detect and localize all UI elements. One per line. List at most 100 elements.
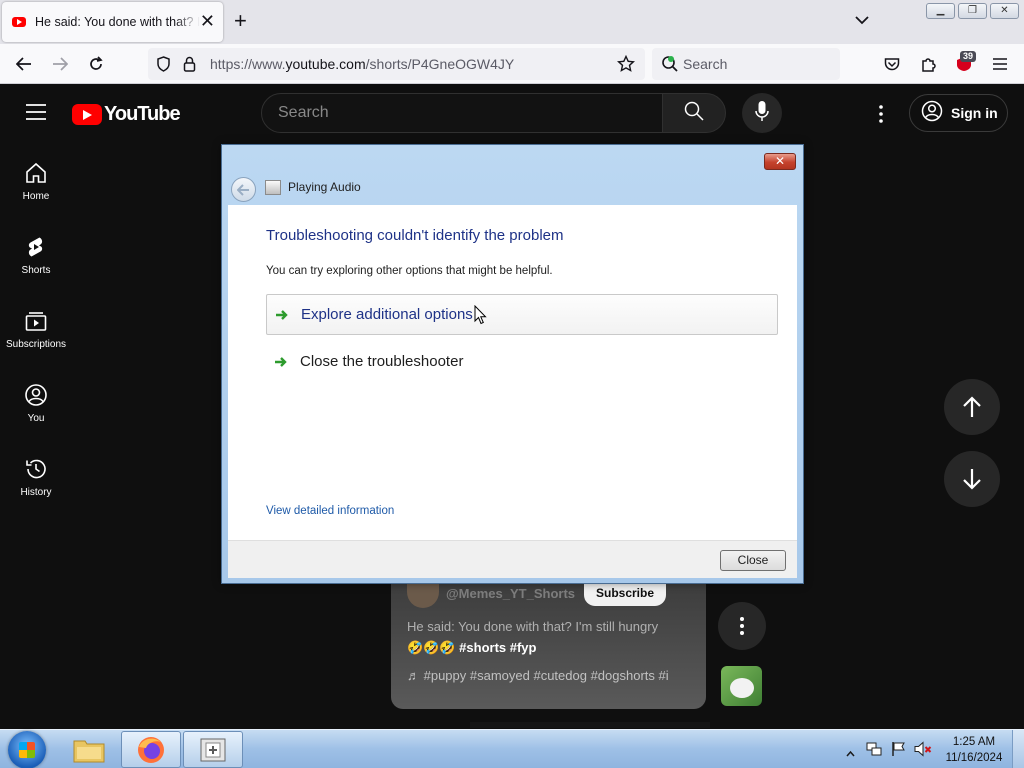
- show-desktop-button[interactable]: [1012, 730, 1024, 768]
- volume-muted-icon[interactable]: [914, 741, 932, 762]
- guide-menu-icon[interactable]: [26, 104, 46, 125]
- youtube-play-logo-icon: [72, 104, 102, 125]
- youtube-favicon-icon: [12, 17, 26, 27]
- green-arrow-icon: [274, 356, 294, 368]
- short-title: He said: You done with that? I'm still h…: [407, 619, 659, 634]
- search-icon: [684, 101, 704, 126]
- vertical-dots-icon: [740, 617, 744, 635]
- sidebar-item-home[interactable]: Home: [0, 161, 72, 202]
- sidebar-item-you[interactable]: You: [0, 383, 72, 424]
- tab-list-chevron-down-icon[interactable]: [855, 12, 869, 30]
- sidebar-item-history[interactable]: History: [0, 457, 72, 498]
- network-icon[interactable]: [866, 741, 882, 762]
- arrow-down-icon: [963, 469, 981, 490]
- voice-search-button[interactable]: [742, 93, 782, 133]
- arrow-up-icon: [963, 396, 981, 417]
- sign-in-button[interactable]: Sign in: [909, 94, 1008, 132]
- url-path: /shorts/P4GneOGW4JY: [365, 56, 515, 72]
- windows-taskbar: 1:25 AM 11/16/2024: [0, 729, 1024, 768]
- sidebar-item-label: Home: [22, 191, 50, 202]
- troubleshooter-app-icon: [265, 180, 281, 195]
- youtube-logo[interactable]: YouTube: [72, 103, 181, 126]
- short-music-line[interactable]: ♬ #puppy #samoyed #cutedog #dogshorts #i: [407, 668, 669, 683]
- troubleshooter-dialog: ✕ Playing Audio Troubleshooting couldn't…: [221, 144, 804, 584]
- tracking-protection-shield-icon[interactable]: [156, 56, 171, 77]
- folder-icon: [73, 740, 105, 762]
- browser-tab-strip: He said: You done with that? I'm still h…: [0, 0, 1024, 44]
- green-arrow-icon: [275, 309, 295, 321]
- action-center-flag-icon[interactable]: [891, 741, 906, 762]
- tab-close-icon[interactable]: ✕: [200, 12, 215, 30]
- back-arrow-icon[interactable]: [13, 53, 35, 75]
- home-icon: [26, 162, 46, 183]
- browser-search-placeholder: Search: [683, 56, 728, 72]
- sidebar-item-label: Subscriptions: [5, 339, 67, 350]
- minimize-window-button[interactable]: ▁: [926, 3, 955, 19]
- close-window-button[interactable]: ✕: [990, 3, 1019, 19]
- browser-navigation-bar: https://www.youtube.com/shorts/P4GneOGW4…: [0, 44, 1024, 84]
- browser-tab-active[interactable]: He said: You done with that? I'm still h…: [2, 2, 223, 42]
- firefox-icon: [138, 736, 164, 763]
- sidebar-item-label: You: [27, 413, 45, 424]
- show-hidden-icons-icon[interactable]: [846, 744, 855, 762]
- taskbar-clock[interactable]: 1:25 AM 11/16/2024: [940, 734, 1008, 766]
- lock-icon[interactable]: [183, 56, 196, 77]
- youtube-search-input[interactable]: Search: [261, 93, 663, 133]
- troubleshooter-window-icon: [200, 738, 226, 761]
- view-detailed-information-link[interactable]: View detailed information: [266, 505, 394, 517]
- short-progress-area: [470, 722, 710, 728]
- microphone-icon: [755, 100, 769, 126]
- clock-time: 1:25 AM: [952, 736, 996, 748]
- next-short-button[interactable]: [944, 451, 1000, 507]
- tab-title: He said: You done with that? I'm still h…: [35, 15, 200, 29]
- history-icon: [26, 459, 46, 479]
- taskbar-firefox-button[interactable]: [121, 731, 181, 768]
- sidebar-item-label: History: [20, 487, 52, 498]
- account-circle-icon: [921, 100, 943, 127]
- previous-short-button[interactable]: [944, 379, 1000, 435]
- browser-search-bar[interactable]: Search: [652, 48, 840, 80]
- dialog-close-x-button[interactable]: ✕: [764, 153, 796, 170]
- channel-avatar[interactable]: [407, 584, 439, 608]
- youtube-logo-text: YouTube: [104, 103, 181, 125]
- new-tab-button[interactable]: +: [234, 10, 247, 32]
- address-bar[interactable]: https://www.youtube.com/shorts/P4GneOGW4…: [148, 48, 645, 80]
- forward-arrow-icon[interactable]: [49, 53, 71, 75]
- start-button[interactable]: [8, 731, 46, 768]
- option-label: Explore additional options: [301, 306, 473, 323]
- short-video-player[interactable]: @Memes_YT_Shorts Subscribe He said: You …: [391, 584, 706, 709]
- url-domain: youtube.com: [285, 56, 366, 72]
- short-channel-name[interactable]: @Memes_YT_Shorts: [446, 586, 575, 601]
- short-hashtags[interactable]: 🤣🤣🤣 #shorts #fyp: [407, 640, 536, 656]
- more-options-vertical-dots-icon[interactable]: [869, 102, 893, 126]
- hamburger-menu-icon[interactable]: [989, 53, 1011, 75]
- youtube-search-placeholder: Search: [278, 104, 329, 121]
- dialog-back-button[interactable]: [231, 177, 256, 202]
- short-more-options-button[interactable]: [718, 602, 766, 650]
- youtube-search-button[interactable]: [662, 93, 726, 133]
- sound-thumbnail[interactable]: [721, 666, 762, 706]
- taskbar-troubleshooter-button[interactable]: [183, 731, 243, 768]
- url-prefix: https://www.: [210, 56, 286, 72]
- restore-window-button[interactable]: ❐: [958, 3, 987, 19]
- dialog-heading: Troubleshooting couldn't identify the pr…: [266, 227, 564, 244]
- dialog-footer: Close: [228, 540, 797, 578]
- sidebar-item-label: Shorts: [21, 265, 51, 276]
- taskbar-explorer-button[interactable]: [59, 731, 119, 768]
- explore-additional-options-link[interactable]: Explore additional options: [266, 294, 778, 335]
- dialog-subtext: You can try exploring other options that…: [266, 265, 553, 277]
- sidebar-item-shorts[interactable]: Shorts: [0, 235, 72, 276]
- subscribe-button[interactable]: Subscribe: [584, 584, 666, 606]
- pocket-icon[interactable]: [881, 53, 903, 75]
- bookmark-star-icon[interactable]: [616, 54, 636, 78]
- clock-date: 11/16/2024: [945, 752, 1003, 764]
- back-arrow-icon: [237, 183, 249, 196]
- sidebar-item-subscriptions[interactable]: Subscriptions: [0, 309, 72, 350]
- dialog-content: Troubleshooting couldn't identify the pr…: [228, 205, 797, 540]
- extensions-puzzle-icon[interactable]: [917, 53, 939, 75]
- close-troubleshooter-link[interactable]: Close the troubleshooter: [266, 341, 778, 382]
- url-text[interactable]: https://www.youtube.com/shorts/P4GneOGW4…: [210, 56, 514, 72]
- subscriptions-icon: [25, 312, 47, 331]
- close-button[interactable]: Close: [720, 550, 786, 571]
- reload-icon[interactable]: [85, 53, 107, 75]
